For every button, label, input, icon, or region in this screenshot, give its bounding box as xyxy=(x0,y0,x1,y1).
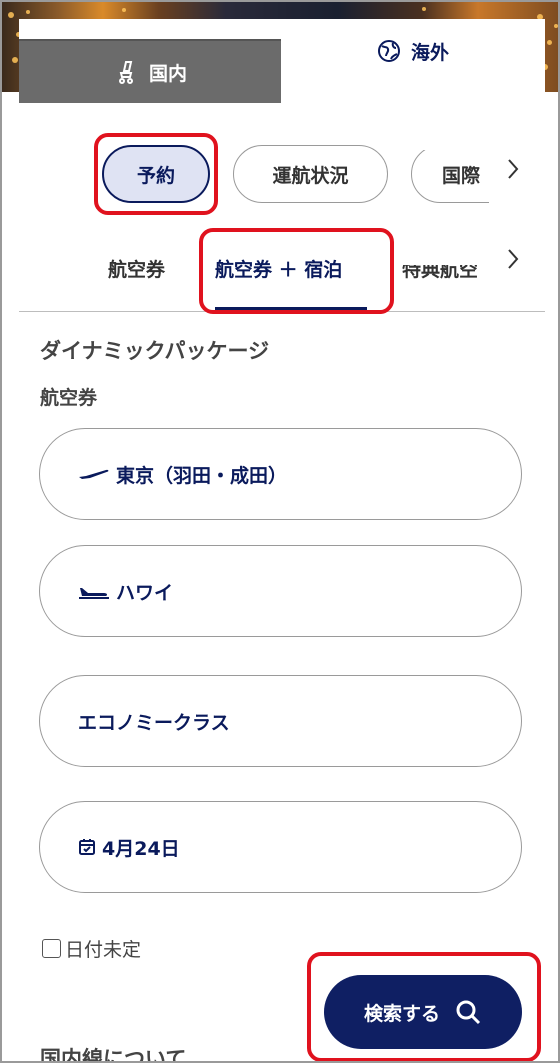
search-card: 国内 海外 予約 運航状況 国際 航空券 航空券 ＋ 宿泊 特典航空 ダイナミッ… xyxy=(19,19,545,1063)
origin-field[interactable]: 東京（羽田・成田） xyxy=(39,428,522,520)
screen-frame: 国内 海外 予約 運航状況 国際 航空券 航空券 ＋ 宿泊 特典航空 ダイナミッ… xyxy=(0,0,560,1063)
pill-reservation[interactable]: 予約 xyxy=(102,145,210,203)
subtab-award-label: 特典航空 xyxy=(402,265,479,281)
date-undecided-checkbox-row[interactable]: 日付未定 xyxy=(42,935,141,962)
subtab-divider xyxy=(19,311,545,312)
domestic-info-heading: 国内線について xyxy=(40,1047,187,1063)
subtabs-next-chevron[interactable] xyxy=(506,247,520,278)
date-undecided-checkbox[interactable] xyxy=(42,939,61,958)
subtab-flight-label: 航空券 xyxy=(108,259,166,281)
search-icon xyxy=(456,1000,481,1025)
chevron-right-icon xyxy=(508,159,519,179)
pill-flight-status[interactable]: 運航状況 xyxy=(233,145,388,203)
date-value: 4月24日 xyxy=(102,837,180,860)
pill-international-label: 国際 xyxy=(442,164,481,187)
subtab-flight-hotel[interactable]: 航空券 ＋ 宿泊 xyxy=(215,255,342,282)
pill-international-clip: 国際 xyxy=(411,150,489,212)
tab-overseas-label: 海外 xyxy=(410,41,449,64)
calendar-icon xyxy=(79,839,95,855)
section-heading: ダイナミックパッケージ xyxy=(40,339,270,363)
section-subheading: 航空券 xyxy=(40,387,98,409)
tab-overseas[interactable]: 海外 xyxy=(281,19,545,103)
cabin-class-field[interactable]: エコノミークラス xyxy=(39,675,522,767)
subtab-flight-hotel-label: 航空券 ＋ 宿泊 xyxy=(215,259,343,281)
origin-value: 東京（羽田・成田） xyxy=(116,464,288,487)
search-button[interactable]: 検索する xyxy=(324,975,522,1049)
cabin-class-value: エコノミークラス xyxy=(78,711,230,734)
subtab-flight[interactable]: 航空券 xyxy=(108,255,165,282)
destination-value: ハワイ xyxy=(116,581,174,604)
chevron-right-icon xyxy=(508,249,519,269)
tab-domestic-label: 国内 xyxy=(148,62,187,85)
pill-flight-status-label: 運航状況 xyxy=(272,164,349,187)
categories-next-chevron[interactable] xyxy=(506,157,520,188)
tab-domestic[interactable]: 国内 xyxy=(19,39,281,103)
seat-icon xyxy=(118,61,133,84)
plane-landing-icon xyxy=(79,588,109,599)
search-button-label: 検索する xyxy=(363,1002,440,1025)
date-undecided-label: 日付未定 xyxy=(65,939,142,961)
pill-reservation-label: 予約 xyxy=(136,164,175,187)
destination-field[interactable]: ハワイ xyxy=(39,545,522,637)
date-field[interactable]: 4月24日 xyxy=(39,801,522,893)
pill-international[interactable]: 国際 xyxy=(411,150,489,203)
subtab-award[interactable]: 特典航空 xyxy=(402,265,478,282)
subtab-award-clip: 特典航空 xyxy=(402,265,489,295)
plane-takeoff-icon xyxy=(79,469,109,479)
globe-icon xyxy=(377,40,400,62)
